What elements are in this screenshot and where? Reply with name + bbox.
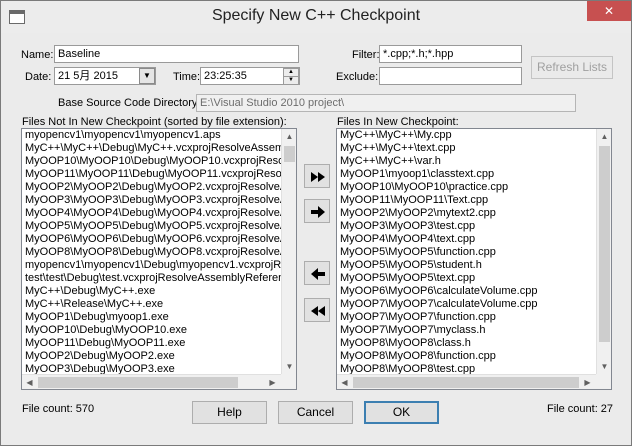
list-item[interactable]: MyOOP5\MyOOP5\Debug\MyOOP5.vcxprojResolv…	[23, 220, 296, 233]
title-bar[interactable]: Specify New C++ Checkpoint ✕	[1, 1, 631, 33]
date-value: 21 5月 2015	[58, 70, 118, 82]
list-item[interactable]: MyOOP4\MyOOP4\text.cpp	[338, 233, 537, 246]
list-item[interactable]: test\test\Debug\test.vcxprojResolveAssem…	[23, 272, 296, 285]
list-item[interactable]: MyOOP5\MyOOP5\student.h	[338, 259, 537, 272]
chevron-down-icon[interactable]: ▼	[139, 68, 155, 84]
scroll-right-icon[interactable]: ▶	[580, 375, 595, 389]
scroll-thumb[interactable]	[353, 377, 579, 388]
left-horizontal-scrollbar[interactable]: ◀ ▶	[22, 374, 281, 389]
excluded-files-list[interactable]: myopencv1\myopencv1\myopencv1.aps MyC++\…	[21, 128, 297, 390]
list-item[interactable]: MyC++\MyC++\text.cpp	[338, 142, 537, 155]
dialog-window: Specify New C++ Checkpoint ✕ Name: Basel…	[0, 0, 632, 446]
list-item[interactable]: MyOOP4\MyOOP4\Debug\MyOOP4.vcxprojResolv…	[23, 207, 296, 220]
base-dir-label: Base Source Code Directory:	[58, 97, 201, 109]
list-item[interactable]: MyOOP5\MyOOP5\function.cpp	[338, 246, 537, 259]
right-horizontal-scrollbar[interactable]: ◀ ▶	[337, 374, 596, 389]
filter-label: Filter:	[352, 49, 380, 61]
name-label: Name:	[21, 49, 54, 61]
ok-button[interactable]: OK	[364, 401, 439, 424]
filter-field[interactable]: *.cpp;*.h;*.hpp	[379, 45, 522, 63]
scroll-corner	[596, 374, 611, 389]
left-list-header: Files Not In New Checkpoint (sorted by f…	[22, 116, 287, 128]
double-arrow-right-icon	[311, 172, 325, 182]
time-label: Time:	[173, 71, 201, 83]
list-item[interactable]: MyOOP7\MyOOP7\calculateVolume.cpp	[338, 298, 537, 311]
list-item[interactable]: MyOOP11\MyOOP11\Debug\MyOOP11.vcxprojRes…	[23, 168, 296, 181]
list-item[interactable]: MyOOP10\MyOOP10\practice.cpp	[338, 181, 537, 194]
list-item[interactable]: MyOOP8\MyOOP8\function.cpp	[338, 350, 537, 363]
base-dir-field: E:\Visual Studio 2010 project\	[196, 94, 576, 112]
scroll-corner	[281, 374, 296, 389]
list-item[interactable]: MyOOP5\MyOOP5\text.cpp	[338, 272, 537, 285]
scroll-thumb[interactable]	[599, 146, 610, 342]
move-right-button[interactable]	[304, 199, 330, 223]
spin-down-icon[interactable]: ▼	[283, 76, 299, 85]
list-item[interactable]: MyC++\MyC++\My.cpp	[338, 129, 537, 142]
left-file-count: File count: 570	[22, 403, 95, 415]
excluded-rows: myopencv1\myopencv1\myopencv1.aps MyC++\…	[23, 129, 296, 376]
list-item[interactable]: MyOOP6\MyOOP6\calculateVolume.cpp	[338, 285, 537, 298]
list-item[interactable]: MyOOP8\MyOOP8\class.h	[338, 337, 537, 350]
arrow-left-icon	[311, 268, 325, 280]
list-item[interactable]: MyOOP1\Debug\myoop1.exe	[23, 311, 296, 324]
list-item[interactable]: MyOOP6\MyOOP6\Debug\MyOOP6.vcxprojResolv…	[23, 233, 296, 246]
exclude-label: Exclude:	[336, 71, 379, 83]
double-arrow-left-icon	[311, 306, 325, 316]
list-item[interactable]: MyC++\MyC++\var.h	[338, 155, 537, 168]
close-button[interactable]: ✕	[587, 1, 631, 21]
list-item[interactable]: myopencv1\myopencv1\Debug\myopencv1.vcxp…	[23, 259, 296, 272]
list-item[interactable]: MyOOP2\Debug\MyOOP2.exe	[23, 350, 296, 363]
left-vertical-scrollbar[interactable]: ▲ ▼	[281, 129, 296, 374]
scroll-thumb[interactable]	[38, 377, 238, 388]
list-item[interactable]: MyOOP11\MyOOP11\Text.cpp	[338, 194, 537, 207]
help-button[interactable]: Help	[192, 401, 267, 424]
list-item[interactable]: MyOOP7\MyOOP7\myclass.h	[338, 324, 537, 337]
right-list-header: Files In New Checkpoint:	[337, 116, 459, 128]
scroll-down-icon[interactable]: ▼	[597, 359, 611, 374]
list-item[interactable]: MyOOP10\Debug\MyOOP10.exe	[23, 324, 296, 337]
cancel-button[interactable]: Cancel	[278, 401, 353, 424]
list-item[interactable]: MyOOP3\MyOOP3\Debug\MyOOP3.vcxprojResolv…	[23, 194, 296, 207]
scroll-left-icon[interactable]: ◀	[22, 375, 37, 389]
right-vertical-scrollbar[interactable]: ▲ ▼	[596, 129, 611, 374]
list-item[interactable]: MyOOP3\MyOOP3\test.cpp	[338, 220, 537, 233]
list-item[interactable]: MyC++\Debug\MyC++.exe	[23, 285, 296, 298]
list-item[interactable]: myopencv1\myopencv1\myopencv1.aps	[23, 129, 296, 142]
scroll-up-icon[interactable]: ▲	[597, 129, 611, 144]
scroll-down-icon[interactable]: ▼	[282, 359, 296, 374]
scroll-left-icon[interactable]: ◀	[337, 375, 352, 389]
arrow-right-icon	[311, 206, 325, 218]
name-field[interactable]: Baseline	[54, 45, 299, 63]
move-left-button[interactable]	[304, 261, 330, 285]
window-title: Specify New C++ Checkpoint	[211, 7, 421, 24]
list-item[interactable]: MyOOP7\MyOOP7\function.cpp	[338, 311, 537, 324]
included-files-list[interactable]: MyC++\MyC++\My.cpp MyC++\MyC++\text.cpp …	[336, 128, 612, 390]
list-item[interactable]: MyOOP11\Debug\MyOOP11.exe	[23, 337, 296, 350]
list-item[interactable]: MyOOP1\myoop1\classtext.cpp	[338, 168, 537, 181]
list-item[interactable]: MyC++\Release\MyC++.exe	[23, 298, 296, 311]
list-item[interactable]: MyOOP10\MyOOP10\Debug\MyOOP10.vcxprojRes…	[23, 155, 296, 168]
exclude-field[interactable]	[379, 67, 522, 85]
move-all-left-button[interactable]	[304, 298, 330, 322]
list-item[interactable]: MyOOP2\MyOOP2\mytext2.cpp	[338, 207, 537, 220]
included-rows: MyC++\MyC++\My.cpp MyC++\MyC++\text.cpp …	[338, 129, 537, 376]
right-file-count: File count: 27	[547, 403, 614, 415]
list-item[interactable]: MyOOP2\MyOOP2\Debug\MyOOP2.vcxprojResolv…	[23, 181, 296, 194]
scroll-thumb[interactable]	[284, 146, 295, 162]
date-label: Date:	[25, 71, 52, 83]
list-item[interactable]: MyOOP8\MyOOP8\Debug\MyOOP8.vcxprojResolv…	[23, 246, 296, 259]
scroll-right-icon[interactable]: ▶	[265, 375, 280, 389]
list-item[interactable]: MyC++\MyC++\Debug\MyC++.vcxprojResolveAs…	[23, 142, 296, 155]
scroll-up-icon[interactable]: ▲	[282, 129, 296, 144]
move-all-right-button[interactable]	[304, 164, 330, 188]
refresh-lists-button[interactable]: Refresh Lists	[531, 56, 613, 79]
